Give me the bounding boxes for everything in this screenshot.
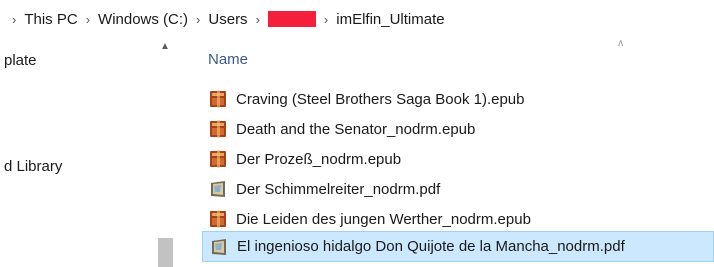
chevron-right-icon[interactable]: › [256, 12, 260, 27]
file-row[interactable]: Der Schimmelreiter_nodrm.pdf [202, 175, 714, 203]
epub-file-icon [210, 120, 226, 138]
epub-file-icon [210, 90, 226, 108]
nav-item-template[interactable]: plate [4, 52, 37, 69]
chevron-right-icon[interactable]: › [324, 12, 328, 27]
scrollbar-thumb[interactable] [158, 238, 173, 267]
file-row[interactable]: Der Prozeß_nodrm.epub [202, 145, 714, 173]
breadcrumb-this-pc[interactable]: This PC [24, 11, 77, 28]
pdf-file-icon [211, 181, 225, 197]
nav-item-library[interactable]: d Library [4, 158, 62, 175]
epub-file-icon [210, 150, 226, 168]
file-list-pane: ∧ Name Craving (Steel Brothers Saga Book… [190, 38, 714, 267]
chevron-right-icon[interactable]: › [86, 12, 90, 27]
breadcrumb-current-folder[interactable]: imElfin_Ultimate [336, 11, 444, 28]
epub-file-icon [210, 210, 226, 228]
chevron-right-icon[interactable]: › [196, 12, 200, 27]
file-name: Craving (Steel Brothers Saga Book 1).epu… [236, 90, 525, 108]
file-name: Death and the Senator_nodrm.epub [236, 120, 476, 138]
file-name: El ingenioso hidalgo Don Quijote de la M… [237, 238, 625, 255]
file-name: Die Leiden des jungen Werther_nodrm.epub [236, 210, 531, 228]
file-row[interactable]: Die Leiden des jungen Werther_nodrm.epub [202, 205, 714, 233]
file-row-selected[interactable]: El ingenioso hidalgo Don Quijote de la M… [202, 231, 714, 262]
breadcrumb-windows-c[interactable]: Windows (C:) [98, 11, 188, 28]
scroll-up-arrow-icon[interactable]: ▲ [160, 41, 170, 52]
file-row[interactable]: Death and the Senator_nodrm.epub [202, 115, 714, 143]
chevron-right-icon[interactable]: › [12, 12, 16, 27]
pdf-file-icon [212, 238, 226, 255]
breadcrumb-users[interactable]: Users [208, 11, 247, 28]
file-name: Der Schimmelreiter_nodrm.pdf [236, 180, 441, 198]
sort-ascending-icon: ∧ [617, 38, 625, 49]
navigation-pane: plate d Library [0, 38, 161, 267]
file-row[interactable]: Craving (Steel Brothers Saga Book 1).epu… [202, 85, 714, 113]
column-header-name[interactable]: Name [208, 51, 248, 68]
address-breadcrumb[interactable]: › This PC › Windows (C:) › Users › › imE… [0, 0, 714, 38]
nav-scrollbar[interactable]: ▲ [156, 38, 176, 267]
file-name: Der Prozeß_nodrm.epub [236, 150, 402, 168]
redacted-username[interactable] [267, 11, 316, 27]
